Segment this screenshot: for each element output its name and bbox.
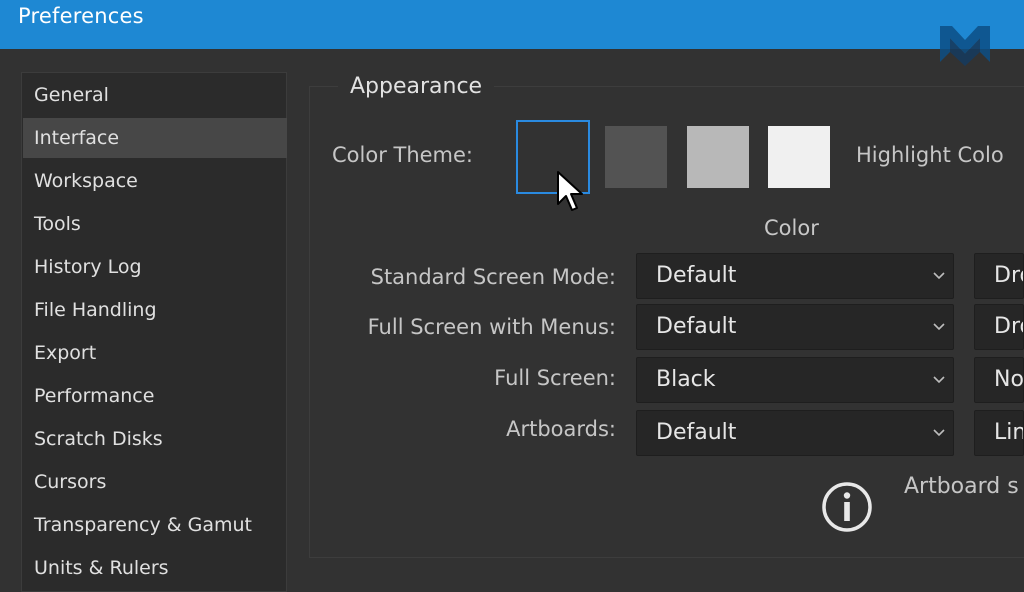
full-screen-border-value: No bbox=[994, 367, 1024, 392]
sidebar-item-export[interactable]: Export bbox=[23, 333, 287, 373]
artboards-label: Artboards: bbox=[506, 417, 616, 441]
color-column-header: Color bbox=[764, 216, 819, 240]
artboards-border-select[interactable]: Lin bbox=[974, 410, 1024, 456]
mm-logo-icon bbox=[940, 26, 990, 66]
standard-screen-mode-label: Standard Screen Mode: bbox=[370, 265, 616, 289]
full-screen-menus-label: Full Screen with Menus: bbox=[367, 315, 616, 339]
chevron-down-icon bbox=[933, 323, 945, 331]
sidebar-item-transparency-gamut[interactable]: Transparency & Gamut bbox=[23, 505, 287, 545]
sidebar-item-interface[interactable]: Interface bbox=[23, 118, 287, 158]
standard-screen-color-select[interactable]: Default bbox=[636, 253, 954, 299]
sidebar-item-general[interactable]: General bbox=[23, 75, 287, 115]
artboards-color-value: Default bbox=[656, 420, 737, 445]
theme-swatch-light[interactable] bbox=[768, 126, 830, 188]
chevron-down-icon bbox=[933, 376, 945, 384]
full-screen-menus-border-select[interactable]: Dro bbox=[974, 304, 1024, 350]
sidebar-item-file-handling[interactable]: File Handling bbox=[23, 290, 287, 330]
artboards-color-select[interactable]: Default bbox=[636, 410, 954, 456]
chevron-down-icon bbox=[933, 272, 945, 280]
sidebar-item-units-rulers[interactable]: Units & Rulers bbox=[23, 548, 287, 588]
full-screen-menus-color-select[interactable]: Default bbox=[636, 304, 954, 350]
preferences-category-list: General Interface Workspace Tools Histor… bbox=[21, 72, 287, 592]
sidebar-item-scratch-disks[interactable]: Scratch Disks bbox=[23, 419, 287, 459]
artboards-border-value: Lin bbox=[994, 420, 1024, 445]
full-screen-color-value: Black bbox=[656, 367, 716, 392]
full-screen-label: Full Screen: bbox=[494, 366, 616, 390]
standard-screen-border-value: Dro bbox=[994, 263, 1023, 288]
theme-swatch-medium[interactable] bbox=[687, 126, 749, 188]
window-title: Preferences bbox=[18, 4, 144, 28]
standard-screen-color-value: Default bbox=[656, 263, 737, 288]
highlight-color-label: Highlight Colo bbox=[856, 143, 1004, 167]
full-screen-color-select[interactable]: Black bbox=[636, 357, 954, 403]
artboard-info-text: Artboard s bbox=[904, 474, 1019, 499]
sidebar-item-tools[interactable]: Tools bbox=[23, 204, 287, 244]
sidebar-item-performance[interactable]: Performance bbox=[23, 376, 287, 416]
mouse-pointer-icon bbox=[557, 171, 583, 211]
info-icon bbox=[822, 482, 872, 532]
color-theme-label: Color Theme: bbox=[332, 143, 474, 167]
full-screen-menus-border-value: Dro bbox=[994, 314, 1023, 339]
theme-swatch-dark[interactable] bbox=[605, 126, 667, 188]
full-screen-menus-color-value: Default bbox=[656, 314, 737, 339]
sidebar-item-cursors[interactable]: Cursors bbox=[23, 462, 287, 502]
full-screen-border-select[interactable]: No bbox=[974, 357, 1024, 403]
title-bar: Preferences bbox=[0, 0, 1024, 66]
appearance-legend: Appearance bbox=[338, 72, 495, 102]
sidebar-item-history-log[interactable]: History Log bbox=[23, 247, 287, 287]
standard-screen-border-select[interactable]: Dro bbox=[974, 253, 1024, 299]
chevron-down-icon bbox=[933, 429, 945, 437]
sidebar-item-workspace[interactable]: Workspace bbox=[23, 161, 287, 201]
